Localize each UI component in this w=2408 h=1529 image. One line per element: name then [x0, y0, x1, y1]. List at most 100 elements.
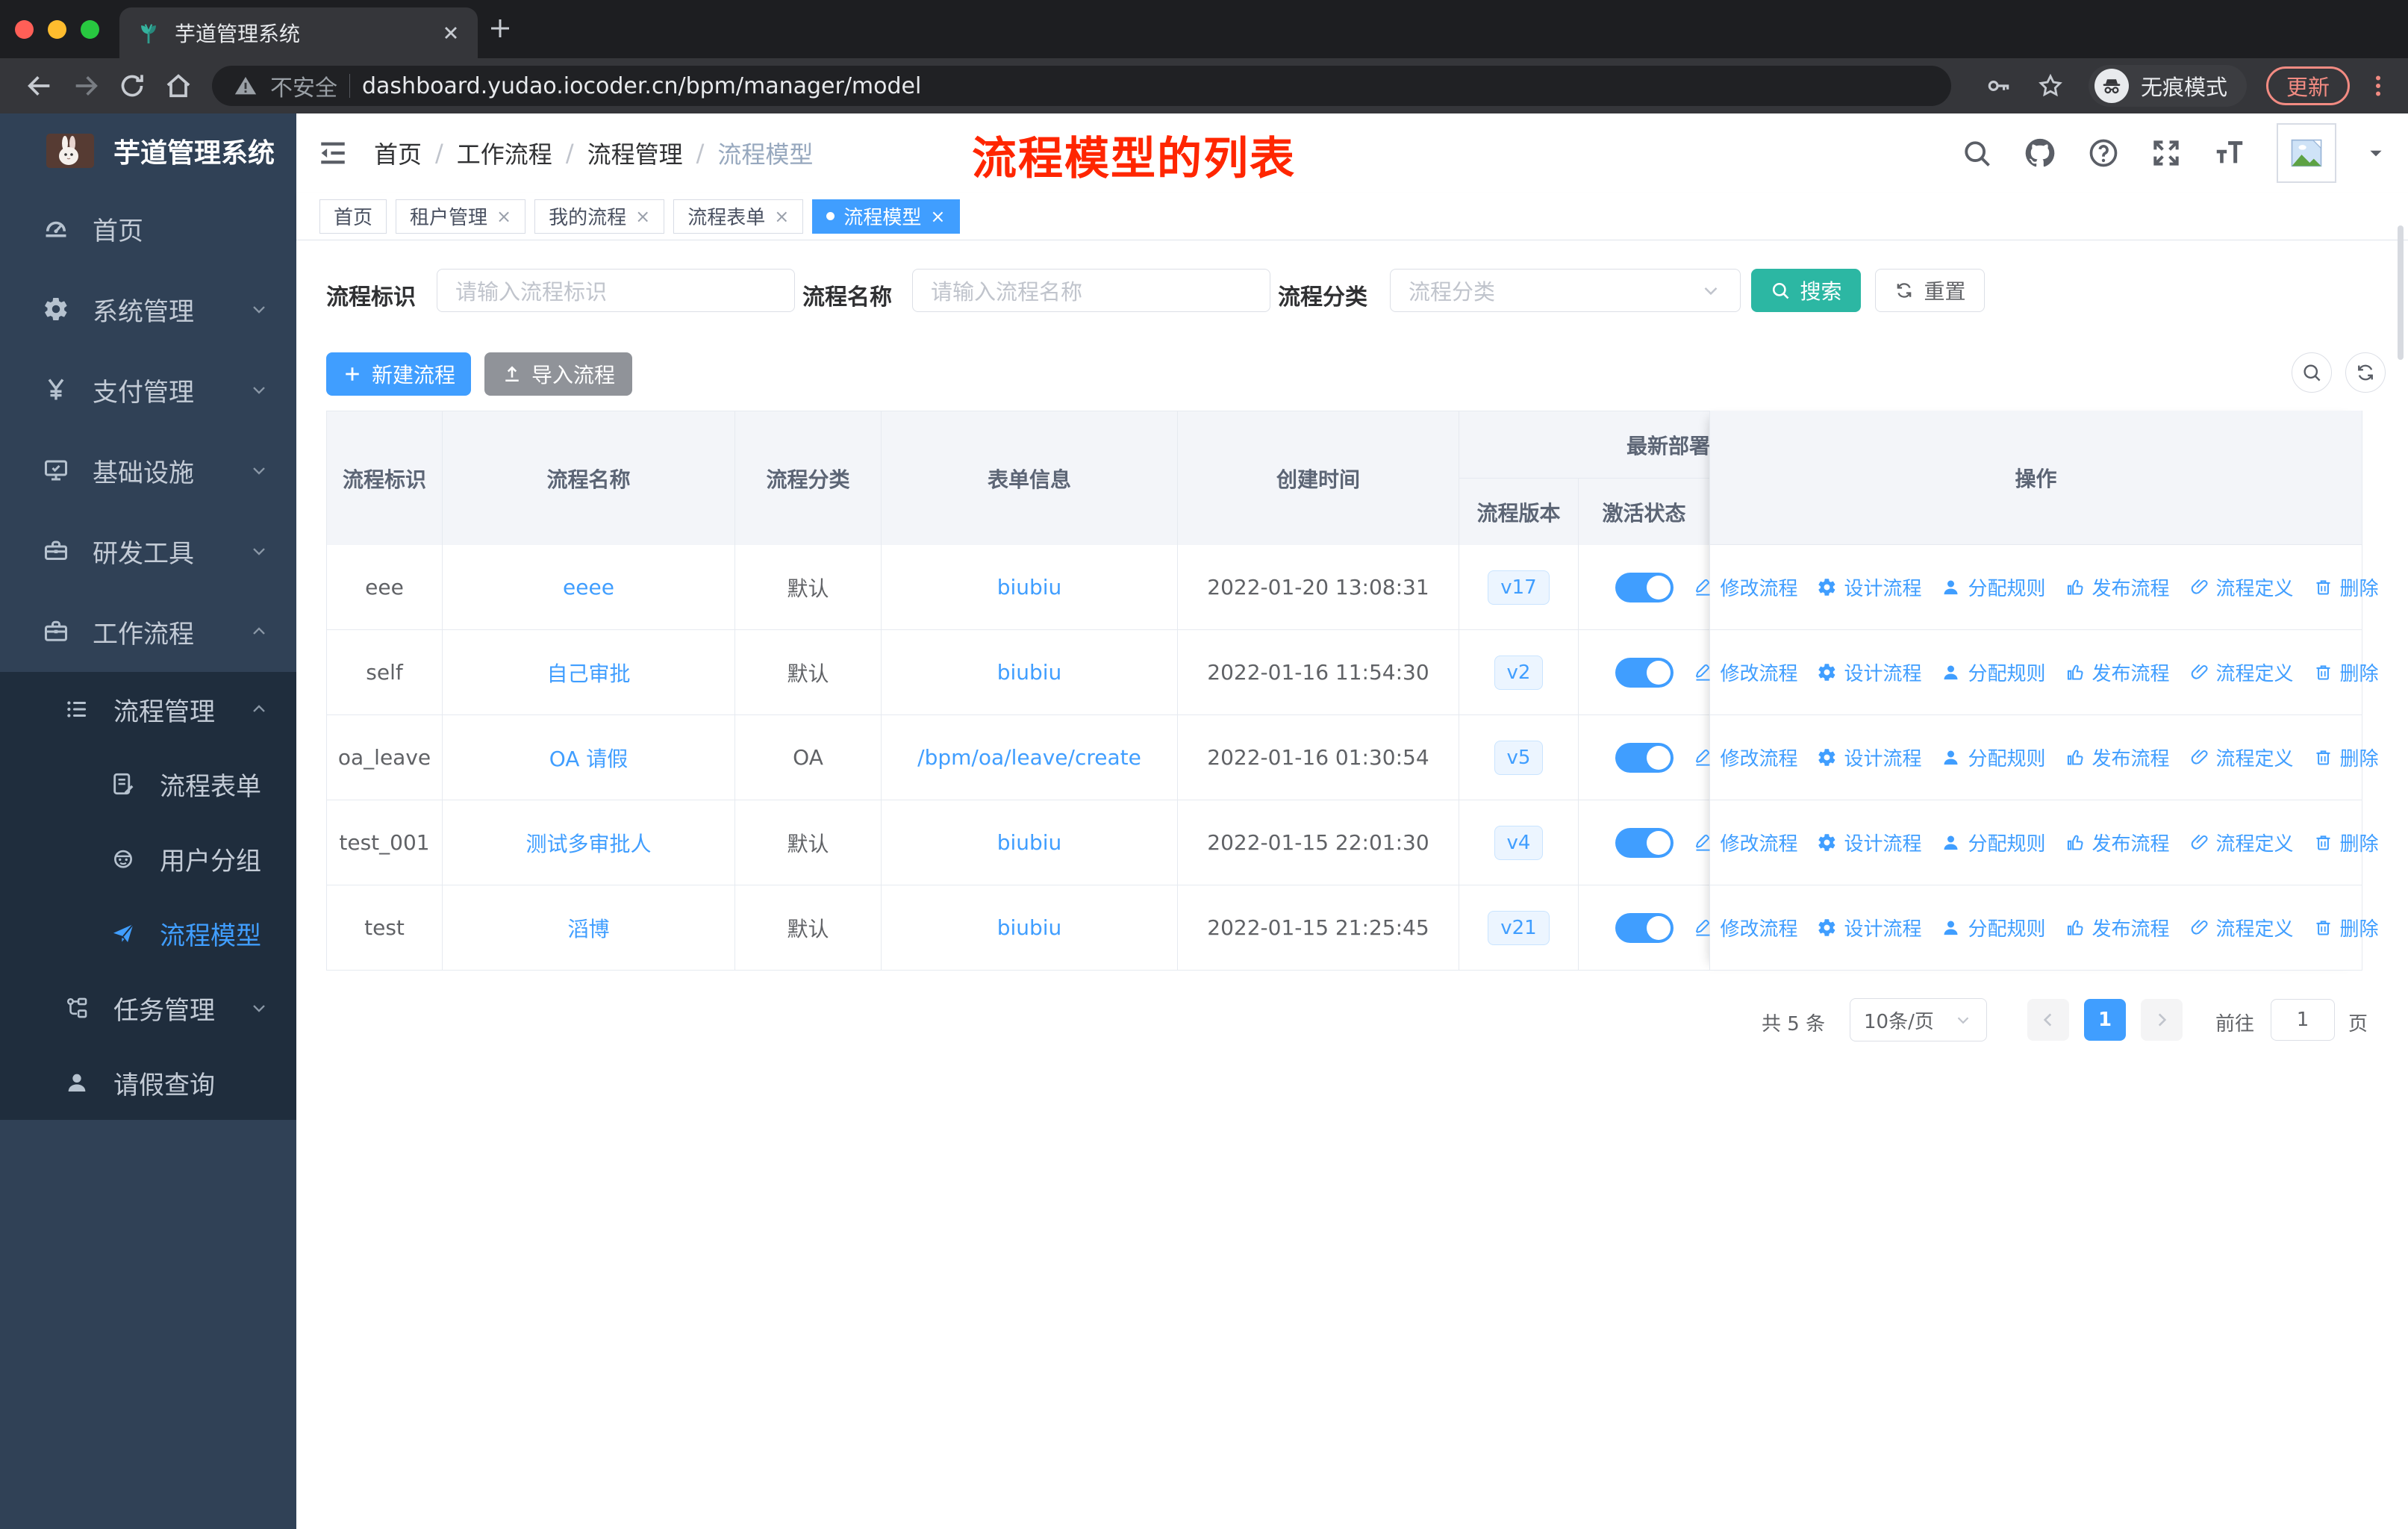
import-process-button[interactable]: 导入流程	[484, 352, 632, 396]
window-close-button[interactable]	[15, 20, 34, 39]
browser-menu-icon[interactable]	[2365, 72, 2392, 99]
browser-tab[interactable]: 芋道管理系统	[119, 7, 478, 58]
action-edit-link[interactable]: 修改流程	[1693, 914, 1797, 941]
sidebar-item-3[interactable]: 基础设施	[0, 430, 296, 511]
search-button[interactable]: 搜索	[1751, 269, 1861, 312]
tag-2[interactable]: 我的流程 ×	[534, 199, 665, 234]
tag-close-icon[interactable]: ×	[930, 206, 945, 227]
sidebar-subitem-3[interactable]: 流程模型	[0, 896, 296, 971]
sidebar-subitem-2[interactable]: 用户分组	[0, 821, 296, 896]
process-name-input[interactable]: 请输入流程名称	[912, 269, 1270, 312]
next-page-button[interactable]	[2141, 999, 2183, 1041]
create-process-button[interactable]: 新建流程	[326, 352, 471, 396]
sidebar-item-5[interactable]: 工作流程	[0, 591, 296, 672]
active-toggle[interactable]	[1615, 657, 1674, 688]
action-design-link[interactable]: 设计流程	[1817, 744, 1921, 771]
reset-button[interactable]: 重置	[1875, 269, 1985, 312]
password-key-icon[interactable]	[1984, 72, 2012, 100]
action-edit-link[interactable]: 修改流程	[1693, 829, 1797, 856]
url-bar[interactable]: 不安全 dashboard.yudao.iocoder.cn/bpm/manag…	[212, 66, 1951, 106]
window-zoom-button[interactable]	[81, 20, 99, 39]
forward-icon[interactable]	[63, 71, 109, 101]
breadcrumb-item-0[interactable]: 首页	[374, 136, 422, 170]
form-info-link[interactable]: biubiu	[997, 915, 1062, 940]
form-info-link[interactable]: biubiu	[997, 660, 1062, 685]
reload-icon[interactable]	[109, 71, 155, 101]
form-info-link[interactable]: biubiu	[997, 830, 1062, 855]
tag-4[interactable]: 流程模型 ×	[812, 199, 960, 234]
action-design-link[interactable]: 设计流程	[1817, 573, 1921, 601]
back-icon[interactable]	[16, 71, 63, 101]
action-edit-link[interactable]: 修改流程	[1693, 658, 1797, 686]
tag-close-icon[interactable]: ×	[496, 206, 511, 227]
avatar[interactable]	[2277, 123, 2336, 183]
action-assign-link[interactable]: 分配规则	[1941, 573, 2046, 601]
page-number-button[interactable]: 1	[2084, 999, 2126, 1041]
active-toggle[interactable]	[1615, 572, 1674, 602]
sidebar-item-1[interactable]: 系统管理	[0, 269, 296, 349]
browser-update-button[interactable]: 更新	[2265, 66, 2350, 105]
tag-1[interactable]: 租户管理 ×	[396, 199, 526, 234]
logo-row[interactable]: 芋道管理系统	[0, 113, 296, 188]
sidebar-item-2[interactable]: 支付管理	[0, 349, 296, 430]
github-icon[interactable]	[2023, 136, 2057, 170]
action-edit-link[interactable]: 修改流程	[1693, 573, 1797, 601]
action-definition-link[interactable]: 流程定义	[2189, 573, 2294, 601]
action-definition-link[interactable]: 流程定义	[2189, 914, 2294, 941]
url-text[interactable]: dashboard.yudao.iocoder.cn/bpm/manager/m…	[362, 73, 921, 99]
refresh-button[interactable]	[2345, 352, 2386, 393]
security-warning-icon[interactable]	[233, 73, 258, 99]
bookmark-star-icon[interactable]	[2036, 72, 2065, 100]
help-icon[interactable]	[2087, 137, 2120, 169]
action-definition-link[interactable]: 流程定义	[2189, 744, 2294, 771]
security-label[interactable]: 不安全	[270, 69, 337, 102]
chevron-down-icon[interactable]	[2366, 143, 2386, 163]
action-publish-link[interactable]: 发布流程	[2065, 914, 2170, 941]
active-toggle[interactable]	[1615, 827, 1674, 858]
tag-0[interactable]: 首页	[319, 199, 387, 234]
sidebar-subitem-4[interactable]: 任务管理	[0, 971, 296, 1045]
tag-close-icon[interactable]: ×	[774, 206, 789, 227]
action-design-link[interactable]: 设计流程	[1817, 914, 1921, 941]
action-assign-link[interactable]: 分配规则	[1941, 829, 2046, 856]
active-toggle[interactable]	[1615, 742, 1674, 773]
action-publish-link[interactable]: 发布流程	[2065, 829, 2170, 856]
breadcrumb-item-1[interactable]: 工作流程	[457, 136, 552, 170]
breadcrumb-item-2[interactable]: 流程管理	[587, 136, 683, 170]
action-design-link[interactable]: 设计流程	[1817, 658, 1921, 686]
action-delete-link[interactable]: 删除	[2313, 573, 2379, 601]
process-name-link[interactable]: 测试多审批人	[525, 828, 651, 858]
goto-page-input[interactable]: 1	[2271, 999, 2335, 1041]
action-publish-link[interactable]: 发布流程	[2065, 573, 2170, 601]
sidebar-subitem-1[interactable]: 流程表单	[0, 747, 296, 821]
process-name-link[interactable]: OA 请假	[549, 743, 628, 773]
process-key-input[interactable]: 请输入流程标识	[437, 269, 795, 312]
tag-3[interactable]: 流程表单 ×	[673, 199, 804, 234]
search-icon[interactable]	[1960, 137, 1993, 169]
tab-close-icon[interactable]	[440, 22, 461, 43]
sidebar-subitem-5[interactable]: 请假查询	[0, 1045, 296, 1120]
action-delete-link[interactable]: 删除	[2313, 829, 2379, 856]
new-tab-button[interactable]	[487, 15, 514, 42]
category-select[interactable]: 流程分类	[1390, 269, 1741, 312]
action-publish-link[interactable]: 发布流程	[2065, 744, 2170, 771]
scrollbar-thumb[interactable]	[2398, 225, 2404, 360]
action-design-link[interactable]: 设计流程	[1817, 829, 1921, 856]
menu-fold-icon[interactable]	[317, 137, 349, 169]
action-delete-link[interactable]: 删除	[2313, 658, 2379, 686]
process-name-link[interactable]: eeee	[563, 575, 614, 600]
hide-search-button[interactable]	[2292, 352, 2332, 393]
prev-page-button[interactable]	[2027, 999, 2069, 1041]
action-publish-link[interactable]: 发布流程	[2065, 658, 2170, 686]
action-assign-link[interactable]: 分配规则	[1941, 914, 2046, 941]
window-minimize-button[interactable]	[48, 20, 66, 39]
action-definition-link[interactable]: 流程定义	[2189, 658, 2294, 686]
form-info-link[interactable]: /bpm/oa/leave/create	[917, 745, 1141, 770]
active-toggle[interactable]	[1615, 912, 1674, 943]
sidebar-subitem-0[interactable]: 流程管理	[0, 672, 296, 747]
font-size-icon[interactable]	[2212, 136, 2247, 170]
fullscreen-icon[interactable]	[2150, 137, 2183, 169]
tag-close-icon[interactable]: ×	[635, 206, 650, 227]
action-delete-link[interactable]: 删除	[2313, 914, 2379, 941]
home-icon[interactable]	[155, 71, 202, 101]
